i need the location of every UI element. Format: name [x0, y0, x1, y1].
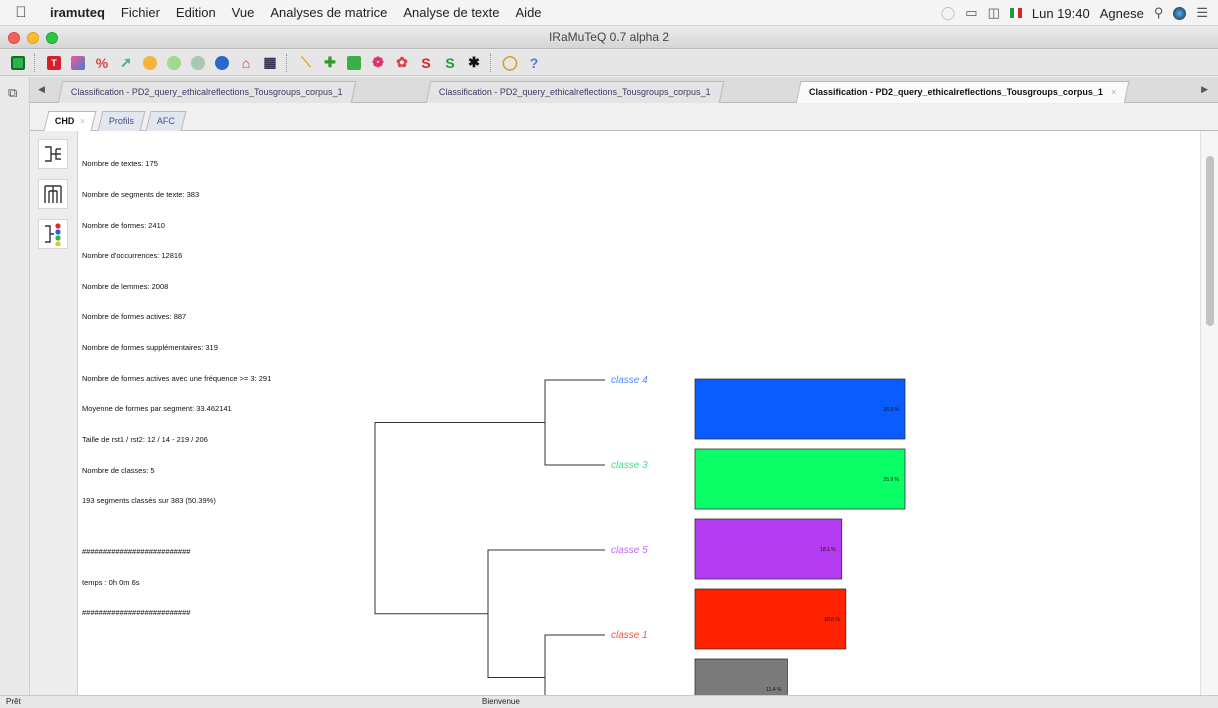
class-bar-value: 25.9 %: [883, 407, 899, 413]
class-label: classe 5: [611, 545, 648, 556]
class-label: classe 3: [611, 460, 648, 471]
bulb-icon[interactable]: ◯: [500, 54, 520, 72]
dendrogram-class-labels: classe 4classe 3classe 5classe 1classe 2: [611, 375, 648, 641]
dendrogram-tree: [374, 379, 605, 695]
class-bar-value: 18.6 %: [824, 617, 840, 623]
tab-classification-2[interactable]: Classification - PD2_query_ethicalreflec…: [425, 81, 724, 103]
circle-gray-icon[interactable]: [188, 54, 208, 72]
asterisk-tool-icon[interactable]: ✱: [464, 54, 484, 72]
tab-chd-label: CHD: [54, 116, 75, 126]
airplay-icon[interactable]: ▭: [965, 5, 977, 21]
spotlight-search-icon[interactable]: ⚲: [1154, 5, 1164, 21]
similarity-s-green-icon[interactable]: S: [440, 54, 460, 72]
notification-center-icon[interactable]: ☰: [1196, 5, 1208, 21]
class-label: classe 4: [611, 375, 648, 386]
menu-analyses-matrice[interactable]: Analyses de matrice: [262, 5, 395, 20]
class-bar: [694, 448, 906, 510]
dendrogram-chart: classe 4classe 3classe 5classe 1classe 2…: [374, 375, 906, 695]
menu-fichier[interactable]: Fichier: [113, 5, 168, 20]
restore-panel-icon[interactable]: ⧉: [8, 85, 17, 101]
close-tab-icon[interactable]: ×: [1111, 82, 1116, 103]
tab-classification-3[interactable]: Classification - PD2_query_ethicalreflec…: [795, 81, 1130, 104]
clock[interactable]: Lun 19:40: [1032, 6, 1090, 21]
stats-icon[interactable]: %: [92, 54, 112, 72]
tab-chd[interactable]: CHD ×: [43, 111, 97, 131]
dendrogram-branch: [374, 422, 545, 615]
tab-classification-3-label: Classification - PD2_query_ethicalreflec…: [809, 87, 1103, 97]
plus-tool-icon[interactable]: ✚: [320, 54, 340, 72]
tab-scroll-right-icon[interactable]: ▶: [1201, 84, 1208, 95]
class-bar: [694, 588, 847, 650]
circle-orange-icon[interactable]: [140, 54, 160, 72]
circle-green-icon[interactable]: [164, 54, 184, 72]
similarity-s-red-icon[interactable]: S: [416, 54, 436, 72]
user-name[interactable]: Agnese: [1100, 6, 1144, 21]
menu-vue[interactable]: Vue: [224, 5, 263, 20]
battery-icon[interactable]: ◫: [988, 5, 1000, 21]
dendrogram-branch: [487, 549, 605, 678]
compass-icon[interactable]: [212, 54, 232, 72]
menu-edition[interactable]: Edition: [168, 5, 224, 20]
line-tool-icon[interactable]: ⟍: [296, 54, 316, 72]
chd-content-area: Nombre de textes: 175 Nombre de segments…: [78, 131, 1200, 695]
vertical-dendrogram-icon[interactable]: [38, 179, 68, 209]
scrollbar-thumb[interactable]: [1206, 156, 1214, 326]
status-bar: Prêt Bienvenue: [0, 695, 1218, 708]
wifi-icon[interactable]: ◯: [941, 5, 956, 21]
menu-aide[interactable]: Aide: [508, 5, 550, 20]
result-subtabs: CHD × Profils AFC: [30, 103, 1218, 131]
close-subtab-icon[interactable]: ×: [79, 112, 84, 131]
italian-flag-icon[interactable]: [1009, 8, 1022, 18]
dendrogram-icon[interactable]: [38, 139, 68, 169]
network-tool-icon[interactable]: ❁: [368, 54, 388, 72]
help-icon[interactable]: ?: [524, 54, 544, 72]
open-text-icon[interactable]: T: [44, 54, 64, 72]
menu-app-name[interactable]: iramuteq: [42, 5, 113, 20]
matrix-icon[interactable]: [68, 54, 88, 72]
tab-classification-1-label: Classification - PD2_query_ethicalreflec…: [70, 87, 343, 97]
table-icon[interactable]: ▦: [260, 54, 280, 72]
apple-icon[interactable]: : [0, 4, 42, 21]
class-bar-value: 25.9 %: [883, 477, 899, 483]
toolbar: T % ➚ ⌂ ▦ ⟍ ✚ ❁ ✿ S S ✱ ◯ ?: [0, 50, 1218, 76]
status-left: Prêt: [6, 697, 21, 706]
cluster-tool-icon[interactable]: ✿: [392, 54, 412, 72]
window-title: IRaMuTeQ 0.7 alpha 2: [548, 30, 670, 44]
new-corpus-icon[interactable]: [8, 54, 28, 72]
left-panel-strip: ⧉: [0, 77, 30, 695]
menu-analyse-texte[interactable]: Analyse de texte: [395, 5, 507, 20]
dendrogram-branch: [544, 379, 605, 466]
grid-tool-icon[interactable]: [344, 54, 364, 72]
class-bar: [694, 378, 906, 440]
tab-profils[interactable]: Profils: [97, 111, 146, 131]
class-label: classe 1: [611, 630, 648, 641]
tab-scroll-left-icon[interactable]: ◀: [38, 84, 45, 95]
home-icon[interactable]: ⌂: [236, 54, 256, 72]
chart-icon[interactable]: ➚: [116, 54, 136, 72]
class-bar-value: 11.4 %: [766, 687, 782, 693]
colored-dendrogram-icon[interactable]: [38, 219, 68, 249]
side-icon-column: [30, 131, 78, 695]
dendrogram-branch: [544, 634, 605, 695]
window-titlebar: IRaMuTeQ 0.7 alpha 2: [0, 27, 1218, 49]
dendrogram-bars: 25.9 % 25.9 % 18.1 % 18.6 % 11.4 %: [694, 378, 906, 695]
tab-profils-label: Profils: [108, 116, 134, 126]
vertical-scrollbar[interactable]: [1200, 131, 1218, 695]
status-center: Bienvenue: [482, 697, 520, 706]
tab-afc[interactable]: AFC: [145, 111, 187, 131]
menu-bar:  iramuteq Fichier Edition Vue Analyses …: [0, 0, 1218, 26]
tab-classification-1[interactable]: Classification - PD2_query_ethicalreflec…: [57, 81, 356, 103]
siri-icon[interactable]: [1173, 6, 1187, 20]
class-bar-value: 18.1 %: [820, 547, 836, 553]
tab-afc-label: AFC: [156, 116, 175, 126]
tab-classification-2-label: Classification - PD2_query_ethicalreflec…: [438, 87, 711, 97]
document-tabs: ◀ Classification - PD2_query_ethicalrefl…: [30, 77, 1218, 104]
